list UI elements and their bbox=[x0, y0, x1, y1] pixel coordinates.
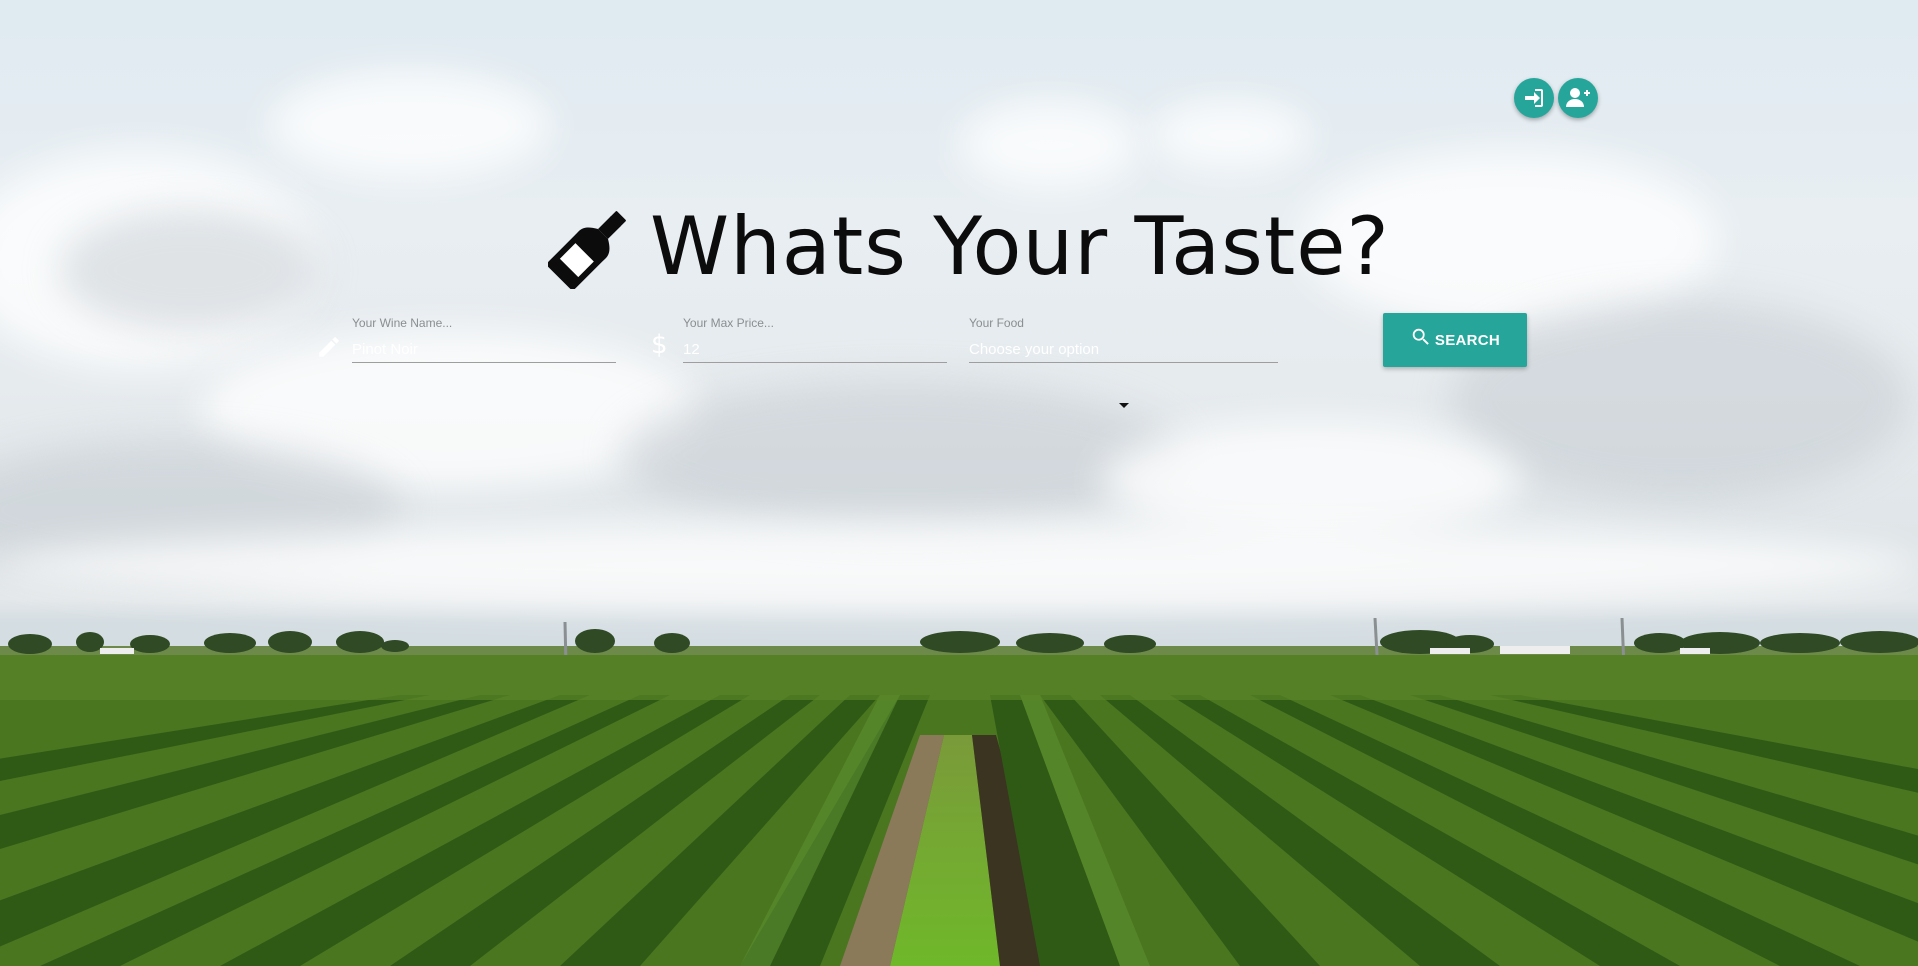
max-price-label: Your Max Price... bbox=[683, 316, 774, 330]
wine-name-label: Your Wine Name... bbox=[352, 316, 453, 330]
background-cloud bbox=[1150, 100, 1310, 170]
background-cloud bbox=[620, 380, 1180, 530]
food-select[interactable] bbox=[969, 330, 1278, 363]
search-icon bbox=[1410, 326, 1432, 348]
caret-down-icon[interactable] bbox=[1119, 403, 1129, 408]
dollar-icon: $ bbox=[651, 330, 668, 360]
food-label: Your Food bbox=[969, 316, 1024, 330]
wine-name-field: Your Wine Name... bbox=[352, 314, 616, 374]
add-user-icon bbox=[1566, 88, 1590, 107]
page-title: Whats Your Taste? bbox=[650, 199, 1390, 293]
login-icon bbox=[1525, 89, 1543, 107]
vineyard-field bbox=[0, 655, 1918, 966]
horizon-treeline bbox=[0, 618, 1918, 658]
background-cloud bbox=[0, 520, 1918, 610]
background-cloud bbox=[270, 70, 550, 180]
food-select-field: Your Food bbox=[969, 314, 1278, 374]
wine-name-input[interactable] bbox=[352, 330, 616, 363]
background-cloud bbox=[960, 100, 1140, 190]
search-button[interactable]: SEARCH bbox=[1383, 313, 1527, 367]
login-button[interactable] bbox=[1514, 78, 1554, 118]
page-title-row: Whats Your Taste? bbox=[548, 196, 1390, 296]
wine-bottle-icon bbox=[548, 211, 626, 289]
max-price-field: Your Max Price... bbox=[683, 314, 947, 374]
search-button-label: SEARCH bbox=[1434, 331, 1501, 349]
page-background: Whats Your Taste? Your Wine Name... $ Yo… bbox=[0, 0, 1918, 966]
signup-button[interactable] bbox=[1558, 78, 1598, 118]
background-cloud bbox=[60, 210, 320, 330]
pencil-icon bbox=[319, 337, 339, 357]
max-price-input[interactable] bbox=[683, 330, 947, 363]
